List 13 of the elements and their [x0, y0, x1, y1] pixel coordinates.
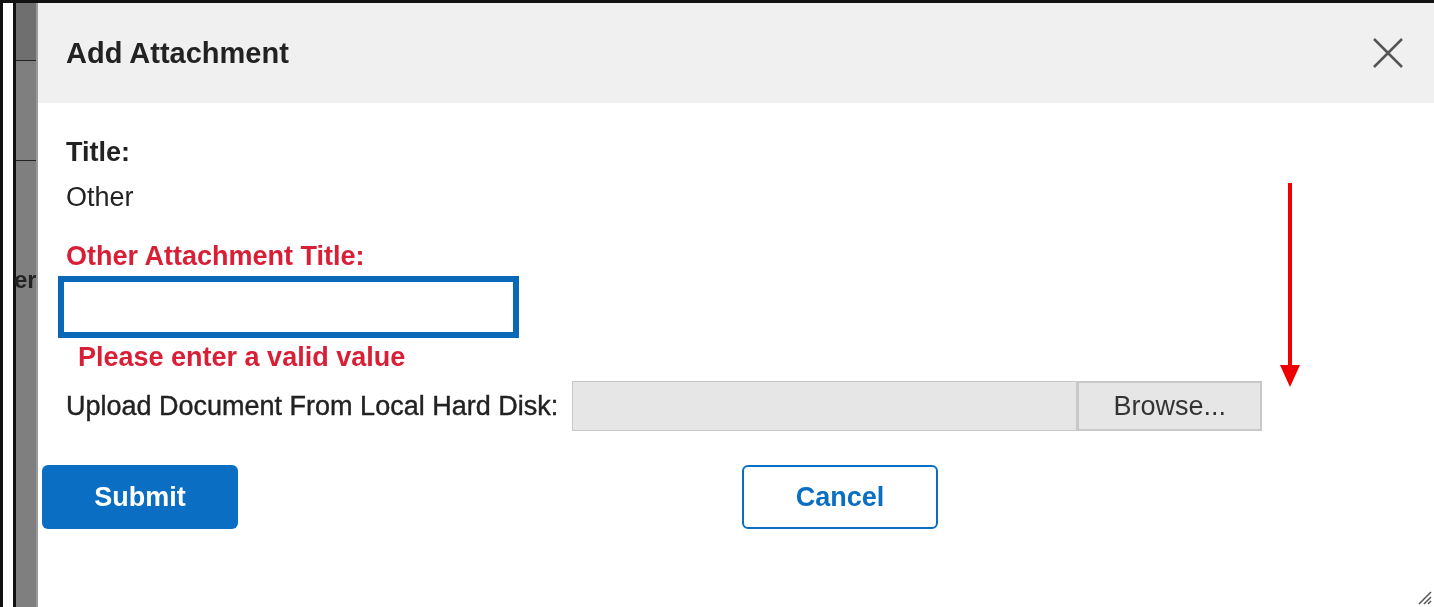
file-field[interactable] [572, 381, 1078, 431]
dialog-title: Add Attachment [66, 36, 289, 70]
close-icon[interactable] [1372, 37, 1404, 69]
input-field[interactable] [58, 276, 519, 338]
error-message: Please enter a valid value [78, 342, 406, 373]
browse-button[interactable]: Browse... [1077, 381, 1263, 431]
field-label: Other Attachment Title: [66, 241, 365, 272]
field-value: Other [66, 182, 134, 213]
submit-button[interactable]: Submit [42, 465, 238, 529]
field-label: Title: [66, 137, 130, 168]
resize-grip-icon[interactable] [1416, 589, 1432, 605]
upload-label: Upload Document From Local Hard Disk: [66, 390, 559, 422]
cancel-button[interactable]: Cancel [742, 465, 938, 529]
